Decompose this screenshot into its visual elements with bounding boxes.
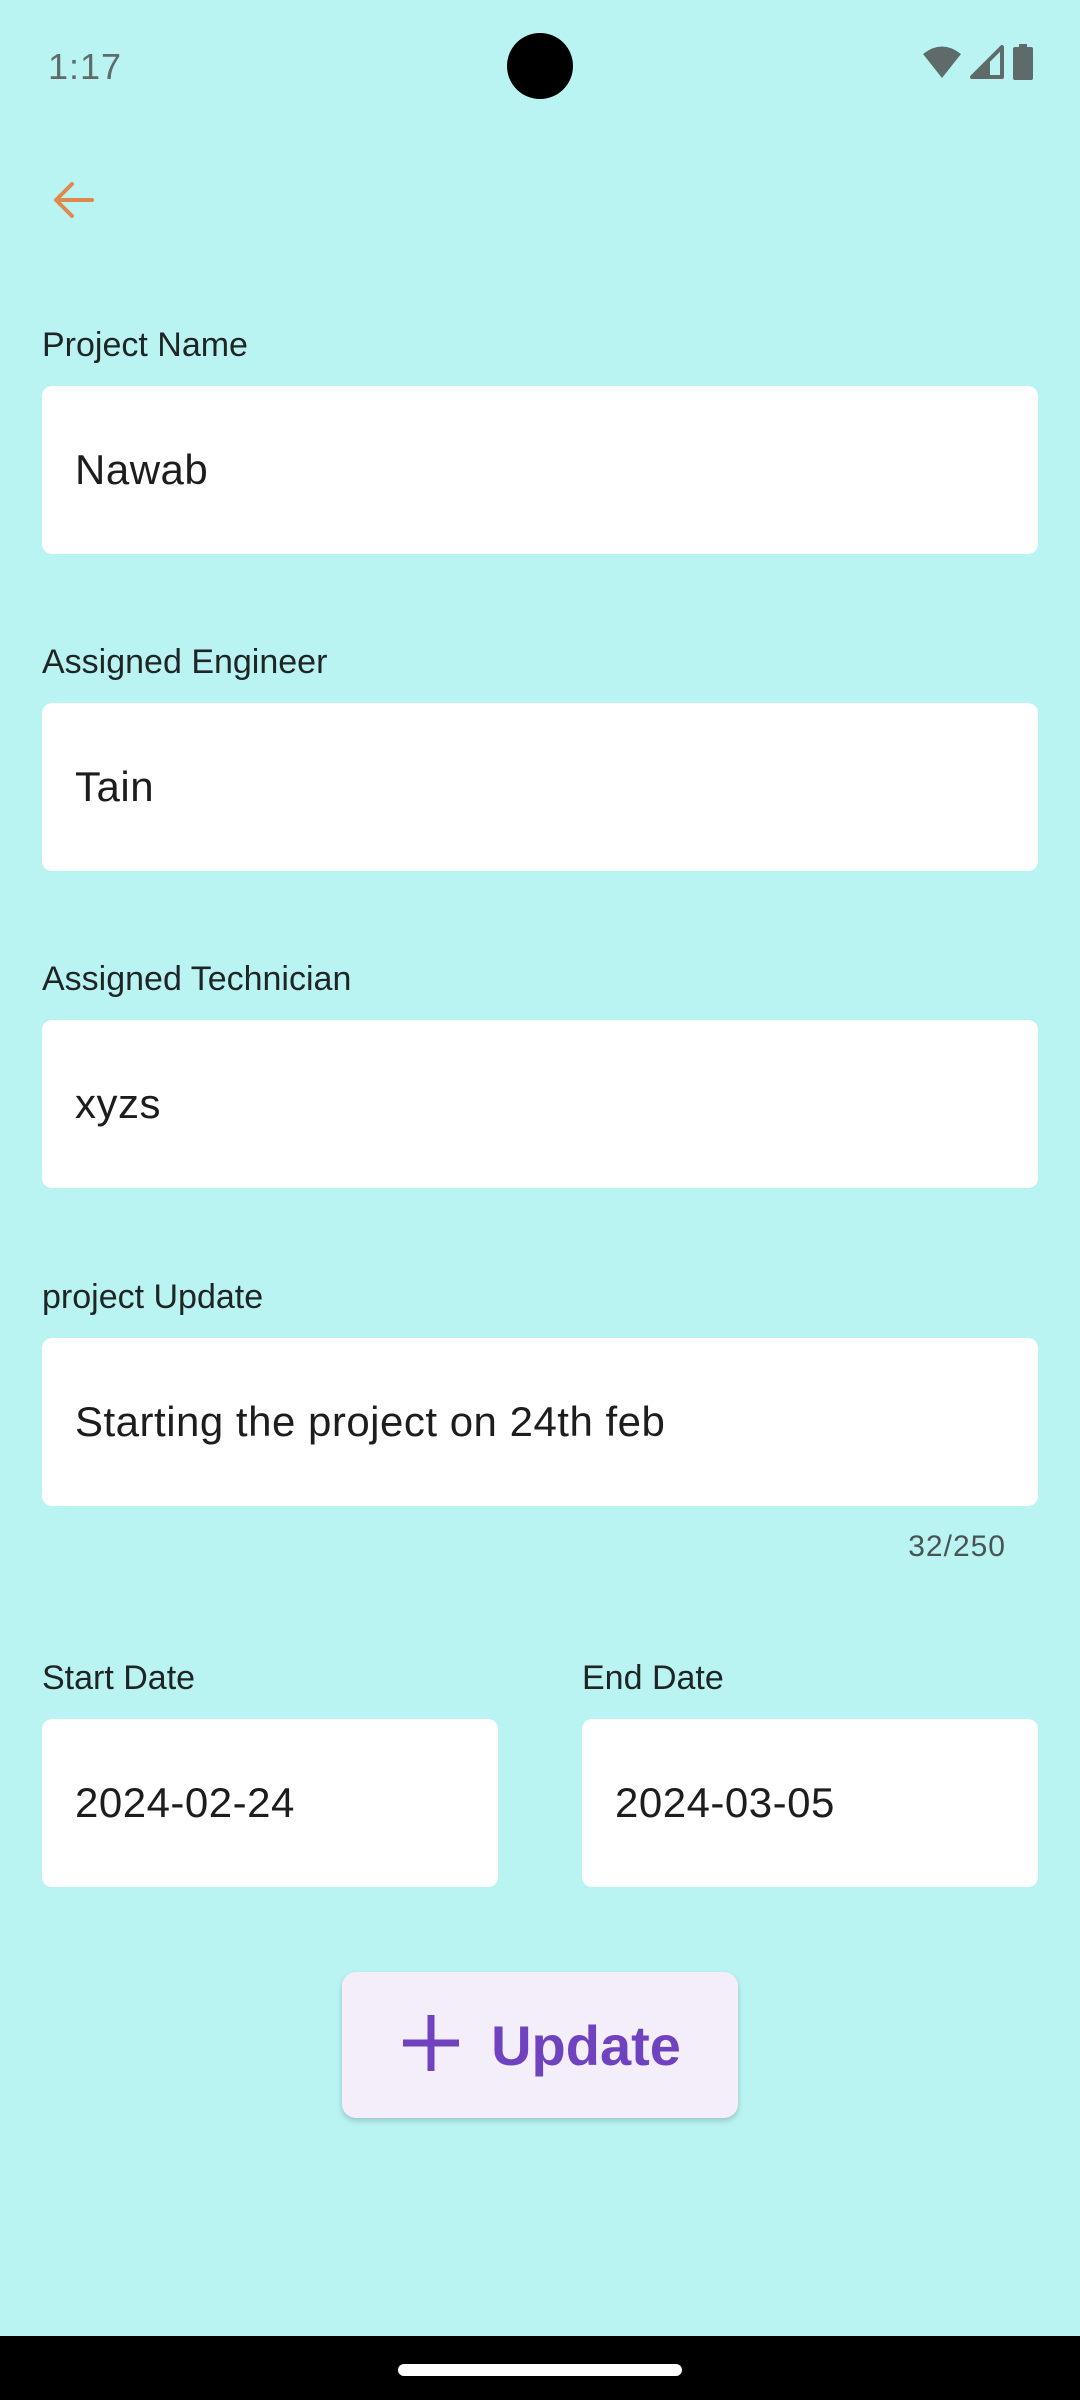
update-button[interactable]: Update (342, 1972, 738, 2118)
cellular-signal-icon (970, 44, 1004, 84)
status-time: 1:17 (48, 46, 123, 87)
end-date-value: 2024-03-05 (615, 1779, 835, 1826)
start-date-value: 2024-02-24 (75, 1779, 295, 1826)
back-button[interactable] (32, 160, 116, 244)
project-update-value: Starting the project on 24th feb (75, 1398, 666, 1445)
end-date-label: End Date (582, 1659, 724, 1697)
plus-icon (399, 2011, 463, 2080)
assigned-engineer-label: Assigned Engineer (42, 643, 328, 681)
battery-icon (1012, 43, 1034, 85)
camera-cutout (507, 33, 573, 99)
status-icons (922, 43, 1034, 85)
end-date-field[interactable]: 2024-03-05 (582, 1719, 1038, 1887)
start-date-label: Start Date (42, 1659, 196, 1697)
home-gesture-handle[interactable] (398, 2364, 682, 2376)
wifi-icon (922, 45, 962, 84)
assigned-technician-field[interactable]: xyzs (42, 1020, 1038, 1188)
assigned-technician-value: xyzs (75, 1080, 161, 1127)
project-update-label: project Update (42, 1278, 264, 1316)
project-update-field[interactable]: Starting the project on 24th feb (42, 1338, 1038, 1506)
character-counter: 32/250 (908, 1530, 1006, 1563)
start-date-field[interactable]: 2024-02-24 (42, 1719, 498, 1887)
status-bar: 1:17 (0, 0, 1080, 130)
project-update-screen: 1:17 Project Name Nawab Assigned Enginee… (0, 0, 1080, 2400)
assigned-engineer-field[interactable]: Tain (42, 703, 1038, 871)
update-button-label: Update (491, 2013, 681, 2077)
project-name-label: Project Name (42, 326, 248, 364)
project-name-field[interactable]: Nawab (42, 386, 1038, 554)
assigned-technician-label: Assigned Technician (42, 960, 352, 998)
project-name-value: Nawab (75, 446, 209, 493)
assigned-engineer-value: Tain (75, 763, 155, 810)
arrow-back-icon (50, 176, 98, 229)
